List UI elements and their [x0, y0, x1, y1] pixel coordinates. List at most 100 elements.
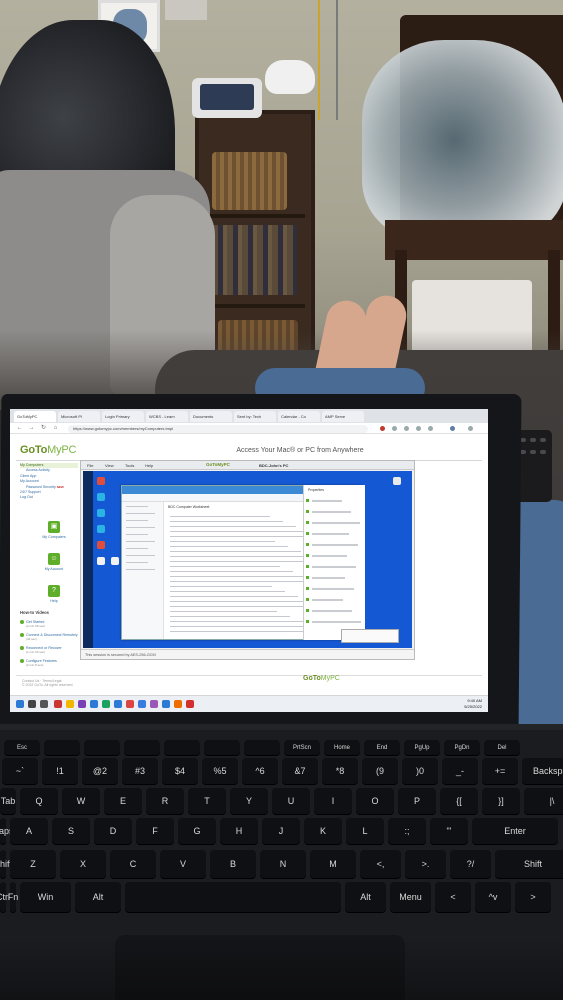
file-row[interactable] — [170, 576, 306, 578]
tile-my-account[interactable]: ☺ My Account — [40, 553, 68, 571]
document-icon[interactable] — [111, 557, 119, 565]
file-row[interactable] — [170, 516, 270, 518]
desktop-icon[interactable] — [97, 493, 105, 501]
tile-help[interactable]: ? Help — [40, 585, 68, 603]
key-3[interactable]: #3 — [122, 758, 158, 784]
key-y[interactable]: Y — [230, 788, 268, 814]
file-row[interactable] — [170, 556, 314, 558]
recycle-bin-icon[interactable] — [393, 477, 401, 485]
key-j[interactable]: J — [262, 818, 300, 844]
key-z[interactable]: Z — [10, 850, 56, 878]
key-2[interactable]: @2 — [82, 758, 118, 784]
video-link[interactable]: Configure Features (2 min 8 sec) — [20, 659, 57, 667]
file-row[interactable] — [170, 621, 303, 623]
sidebar-row[interactable] — [126, 569, 155, 571]
key-symbol[interactable]: }] — [482, 788, 520, 814]
key-shift[interactable]: Shift — [0, 850, 12, 878]
key-symbol[interactable]: _- — [442, 758, 478, 784]
key-w[interactable]: W — [62, 788, 100, 814]
key-l[interactable]: L — [346, 818, 384, 844]
file-row[interactable] — [170, 616, 290, 618]
menu-icon[interactable] — [468, 426, 473, 431]
system-clock[interactable]: 9:40 AM 5/25/2022 — [464, 698, 482, 710]
extension-icon[interactable] — [392, 426, 397, 431]
file-row[interactable] — [170, 601, 311, 603]
key-4[interactable]: $4 — [162, 758, 198, 784]
sidebar-row[interactable] — [126, 555, 155, 557]
key-m[interactable]: M — [310, 850, 356, 878]
outlook-icon[interactable] — [162, 700, 170, 708]
remote-desktop[interactable]: Windows BDC Computer Worksheet Propertie… — [83, 471, 412, 648]
key-del[interactable]: Del — [484, 740, 520, 755]
app-icon[interactable] — [78, 700, 86, 708]
key-8[interactable]: *8 — [322, 758, 358, 784]
video-link[interactable]: Get Started (2 min 06 sec) — [20, 620, 45, 628]
key-blank[interactable] — [44, 740, 80, 755]
key-a[interactable]: A — [10, 818, 48, 844]
document-icon[interactable] — [97, 557, 105, 565]
home-icon[interactable]: ⌂ — [52, 425, 59, 432]
key-t[interactable]: T — [188, 788, 226, 814]
video-link[interactable]: Connect & Disconnect Remotely (43 sec) — [20, 633, 78, 641]
key-backspace[interactable]: Backspace — [522, 758, 563, 784]
key-e[interactable]: E — [104, 788, 142, 814]
notification-dialog[interactable] — [341, 629, 399, 643]
key-9[interactable]: (9 — [362, 758, 398, 784]
browser-tab[interactable]: GoToMyPC — [14, 411, 56, 422]
key-r[interactable]: R — [146, 788, 184, 814]
search-icon[interactable] — [28, 700, 36, 708]
key-i[interactable]: I — [314, 788, 352, 814]
key-symbol[interactable]: += — [482, 758, 518, 784]
app-icon[interactable] — [126, 700, 134, 708]
file-row[interactable] — [170, 581, 319, 583]
key-g[interactable]: G — [178, 818, 216, 844]
key-symbol[interactable]: |\ — [524, 788, 563, 814]
key-symbol[interactable]: <, — [360, 850, 401, 878]
desktop-icon[interactable] — [97, 477, 105, 485]
key-end[interactable]: End — [364, 740, 400, 755]
back-icon[interactable]: ← — [16, 425, 23, 432]
key-6[interactable]: ^6 — [242, 758, 278, 784]
browser-tab[interactable]: WCBS - Learn — [146, 411, 188, 422]
app-icon[interactable] — [150, 700, 158, 708]
key-pgup[interactable]: PgUp — [404, 740, 440, 755]
browser-tab[interactable]: Sent by: Tech — [234, 411, 276, 422]
extension-icon[interactable] — [416, 426, 421, 431]
key-fn[interactable]: Fn — [8, 882, 18, 912]
key-q[interactable]: Q — [20, 788, 58, 814]
file-row[interactable] — [170, 536, 322, 538]
sidebar-row[interactable] — [126, 548, 148, 550]
nav-log-out[interactable]: Log Out — [20, 495, 78, 500]
file-row[interactable] — [170, 606, 324, 608]
file-row[interactable] — [170, 586, 272, 588]
key-alt[interactable]: Alt — [345, 882, 386, 912]
key-1[interactable]: !1 — [42, 758, 78, 784]
app-icon[interactable] — [186, 700, 194, 708]
file-row[interactable] — [170, 541, 275, 543]
file-row[interactable] — [170, 551, 301, 553]
favorites-icon[interactable] — [428, 426, 433, 431]
key-v[interactable]: V — [160, 850, 206, 878]
browser-tab[interactable]: Calendar - Co — [278, 411, 320, 422]
profile-icon[interactable] — [450, 426, 455, 431]
key-b[interactable]: B — [210, 850, 256, 878]
sidebar-row[interactable] — [126, 562, 148, 564]
key-caps[interactable]: Caps — [0, 818, 14, 844]
file-row[interactable] — [170, 596, 298, 598]
key-7[interactable]: &7 — [282, 758, 318, 784]
key-blank[interactable] — [124, 740, 160, 755]
key-symbol[interactable]: ~` — [2, 758, 38, 784]
key-home[interactable]: Home — [324, 740, 360, 755]
sidebar-row[interactable] — [126, 513, 155, 515]
browser-tab[interactable]: Documents — [190, 411, 232, 422]
start-icon[interactable] — [16, 700, 24, 708]
edge-icon[interactable] — [97, 509, 105, 517]
taskview-icon[interactable] — [40, 700, 48, 708]
footer-links[interactable]: Contact Us · Terms/Legal © 2022 GoTo. All… — [22, 679, 73, 687]
desktop-icon[interactable] — [97, 541, 105, 549]
key-pgdn[interactable]: PgDn — [444, 740, 480, 755]
file-row[interactable] — [170, 566, 280, 568]
key-blank[interactable] — [84, 740, 120, 755]
key-blank[interactable] — [164, 740, 200, 755]
key-symbol[interactable]: > — [515, 882, 551, 912]
